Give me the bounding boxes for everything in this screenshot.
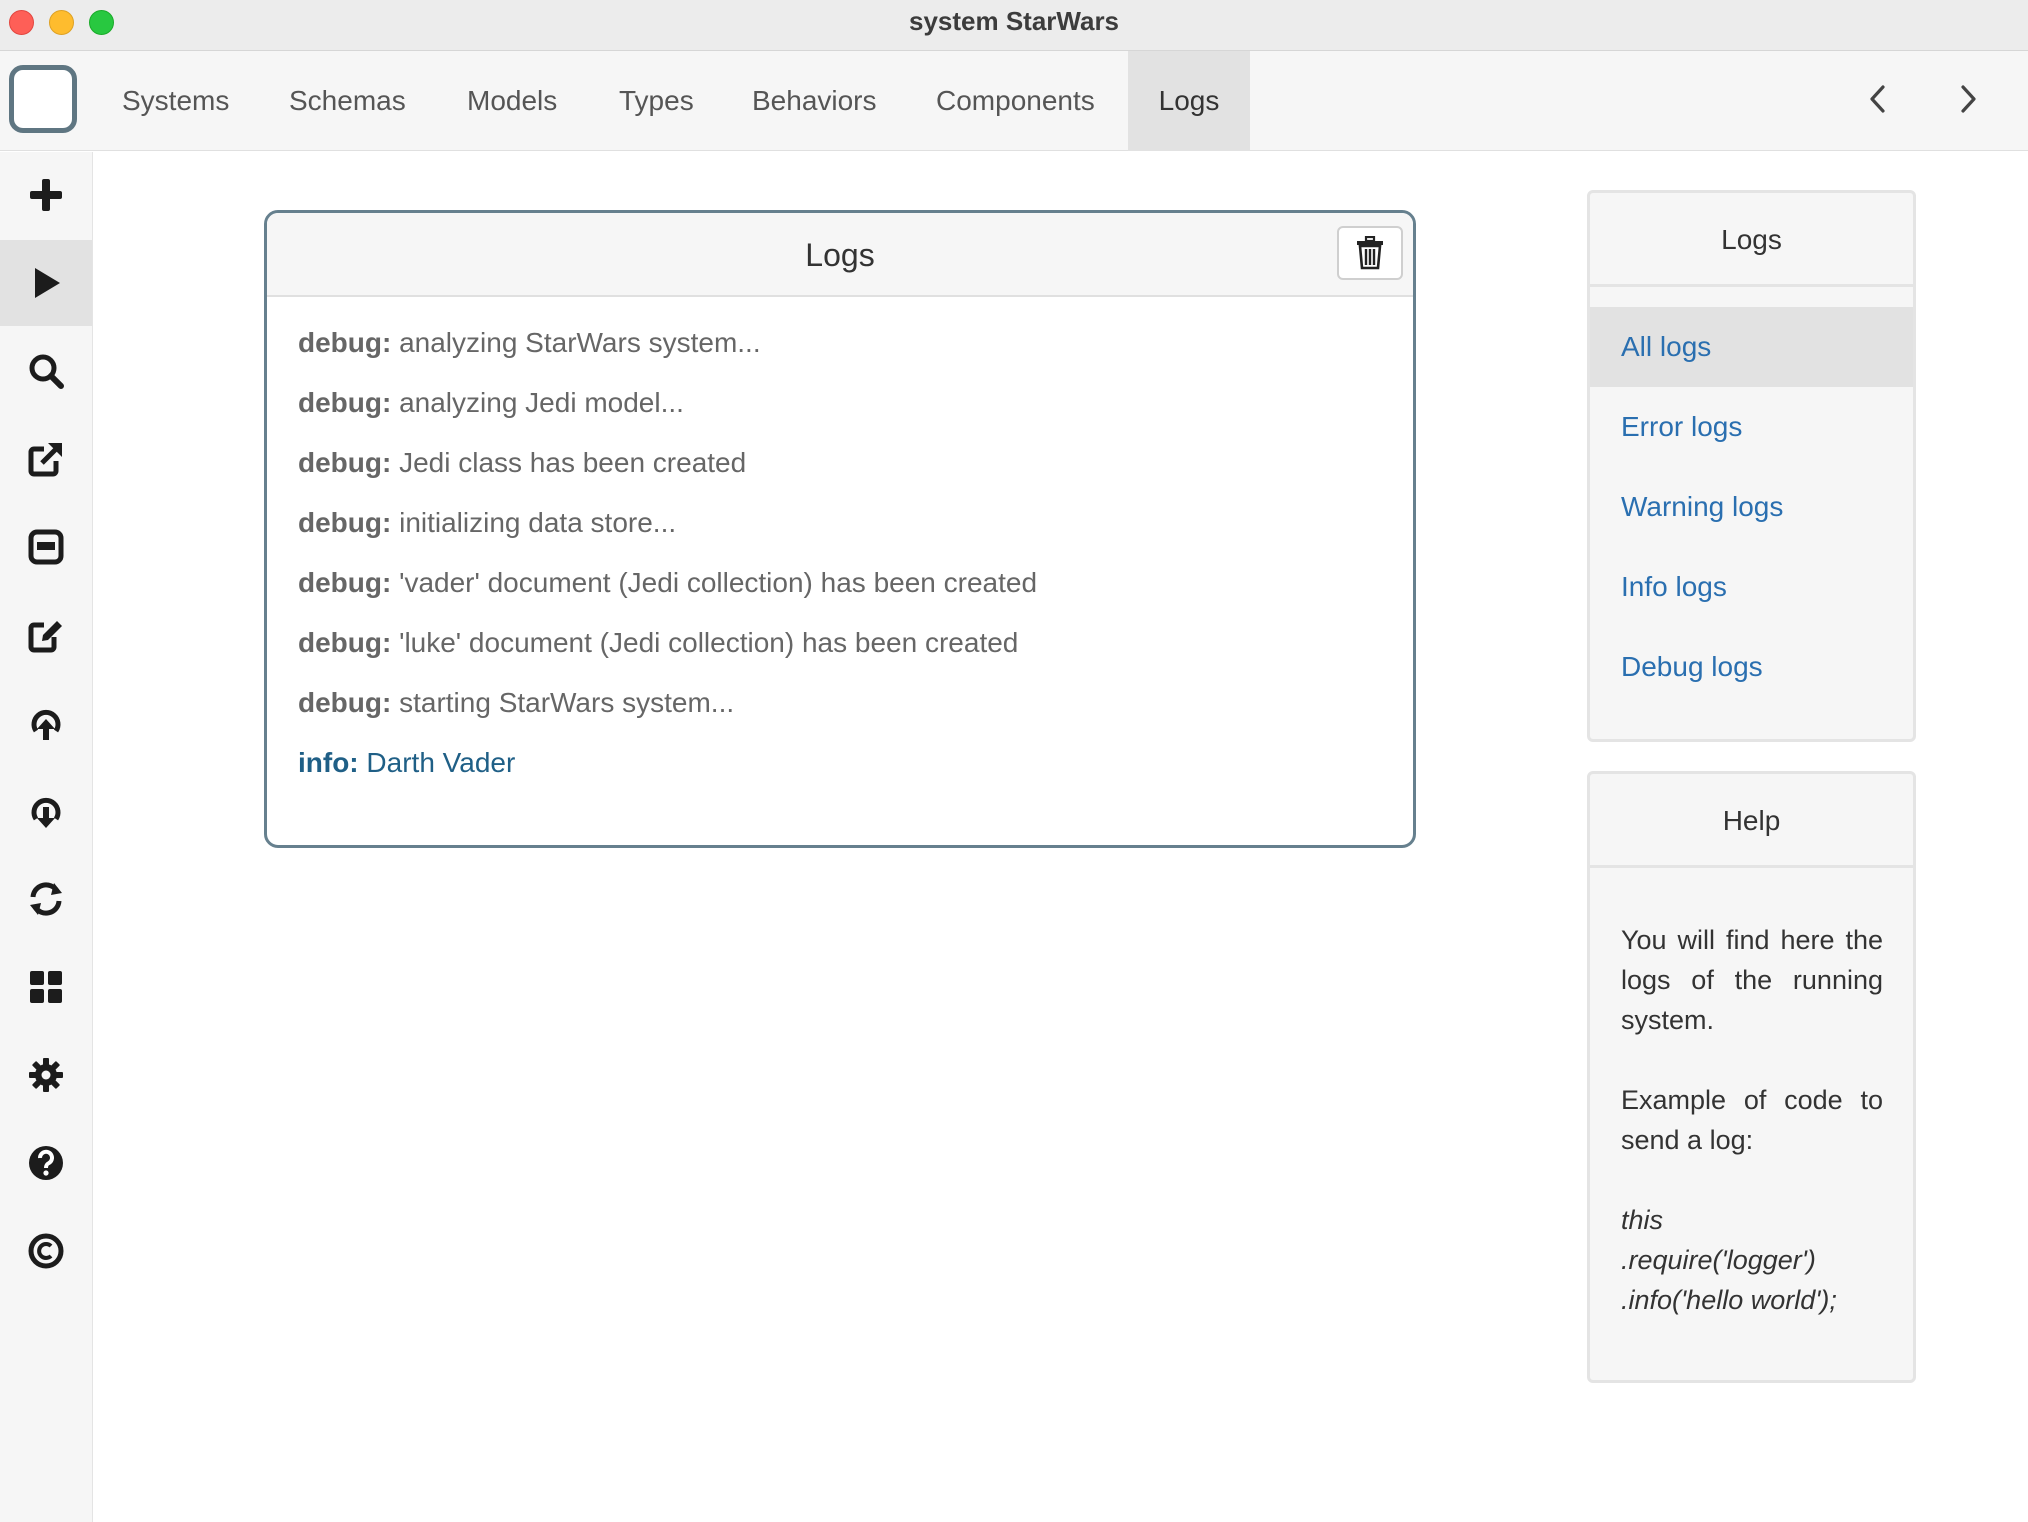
tab-logs[interactable]: Logs xyxy=(1128,51,1250,151)
app-logo[interactable] xyxy=(9,65,77,133)
window-title: system StarWars xyxy=(908,6,1120,36)
back-arrow-icon[interactable] xyxy=(1858,77,1898,121)
tab-components[interactable]: Components xyxy=(906,51,1125,151)
menu-debug-logs[interactable]: Debug logs xyxy=(1590,627,1913,707)
external-edit-icon[interactable] xyxy=(0,416,92,502)
menu-warning-logs[interactable]: Warning logs xyxy=(1590,467,1913,547)
help-title: Help xyxy=(1590,774,1913,868)
plus-icon[interactable] xyxy=(0,152,92,238)
log-entry: debug: starting StarWars system... xyxy=(298,687,735,718)
logs-filter-title: Logs xyxy=(1590,193,1913,287)
window-icon[interactable] xyxy=(0,504,92,590)
clear-logs-button[interactable] xyxy=(1337,226,1403,280)
search-icon[interactable] xyxy=(0,328,92,414)
top-nav: Systems Schemas Models Types Behaviors C… xyxy=(0,51,2028,151)
refresh-icon[interactable] xyxy=(0,856,92,942)
menu-all-logs[interactable]: All logs xyxy=(1590,307,1913,387)
tab-systems[interactable]: Systems xyxy=(92,51,259,151)
copyright-icon[interactable] xyxy=(0,1208,92,1294)
tab-behaviors[interactable]: Behaviors xyxy=(722,51,907,151)
edit-icon[interactable] xyxy=(0,592,92,678)
log-entry-info: info: Darth Vader xyxy=(298,747,516,778)
help-text: You will find here the logs of the runni… xyxy=(1621,925,1883,1035)
log-entry: debug: Jedi class has been created xyxy=(298,447,747,478)
left-sidebar xyxy=(0,152,93,1522)
tab-types[interactable]: Types xyxy=(589,51,724,151)
log-list: debug: analyzing StarWars system... debu… xyxy=(267,297,1413,799)
logs-panel-title: Logs xyxy=(805,237,875,273)
tab-models[interactable]: Models xyxy=(437,51,587,151)
logs-panel-header: Logs xyxy=(267,213,1413,297)
title-bar: system StarWars xyxy=(0,0,2028,51)
log-entry: debug: 'luke' document (Jedi collection)… xyxy=(298,627,1019,658)
log-entry: debug: 'vader' document (Jedi collection… xyxy=(298,567,1038,598)
gear-icon[interactable] xyxy=(0,1032,92,1118)
logs-filter-card: Logs All logs Error logs Warning logs In… xyxy=(1587,190,1916,742)
help-card: Help You will find here the logs of the … xyxy=(1587,771,1916,1383)
menu-error-logs[interactable]: Error logs xyxy=(1590,387,1913,467)
log-entry: debug: analyzing StarWars system... xyxy=(298,327,761,358)
logs-panel: Logs debug: analyzing StarWars system...… xyxy=(264,210,1416,848)
forward-arrow-icon[interactable] xyxy=(1948,77,1988,121)
play-icon[interactable] xyxy=(0,240,92,326)
download-icon[interactable] xyxy=(0,768,92,854)
grid-icon[interactable] xyxy=(0,944,92,1030)
help-example-text: Example of code to send a log: xyxy=(1621,1085,1883,1155)
log-entry: debug: initializing data store... xyxy=(298,507,677,538)
log-entry: debug: analyzing Jedi model... xyxy=(298,387,684,418)
help-icon[interactable] xyxy=(0,1120,92,1206)
help-code-sample: this .require('logger') .info('hello wor… xyxy=(1621,1205,1837,1315)
tab-schemas[interactable]: Schemas xyxy=(259,51,436,151)
trash-icon xyxy=(1357,236,1383,270)
help-body: You will find here the logs of the runni… xyxy=(1590,868,1913,1320)
menu-info-logs[interactable]: Info logs xyxy=(1590,547,1913,627)
upload-icon[interactable] xyxy=(0,680,92,766)
